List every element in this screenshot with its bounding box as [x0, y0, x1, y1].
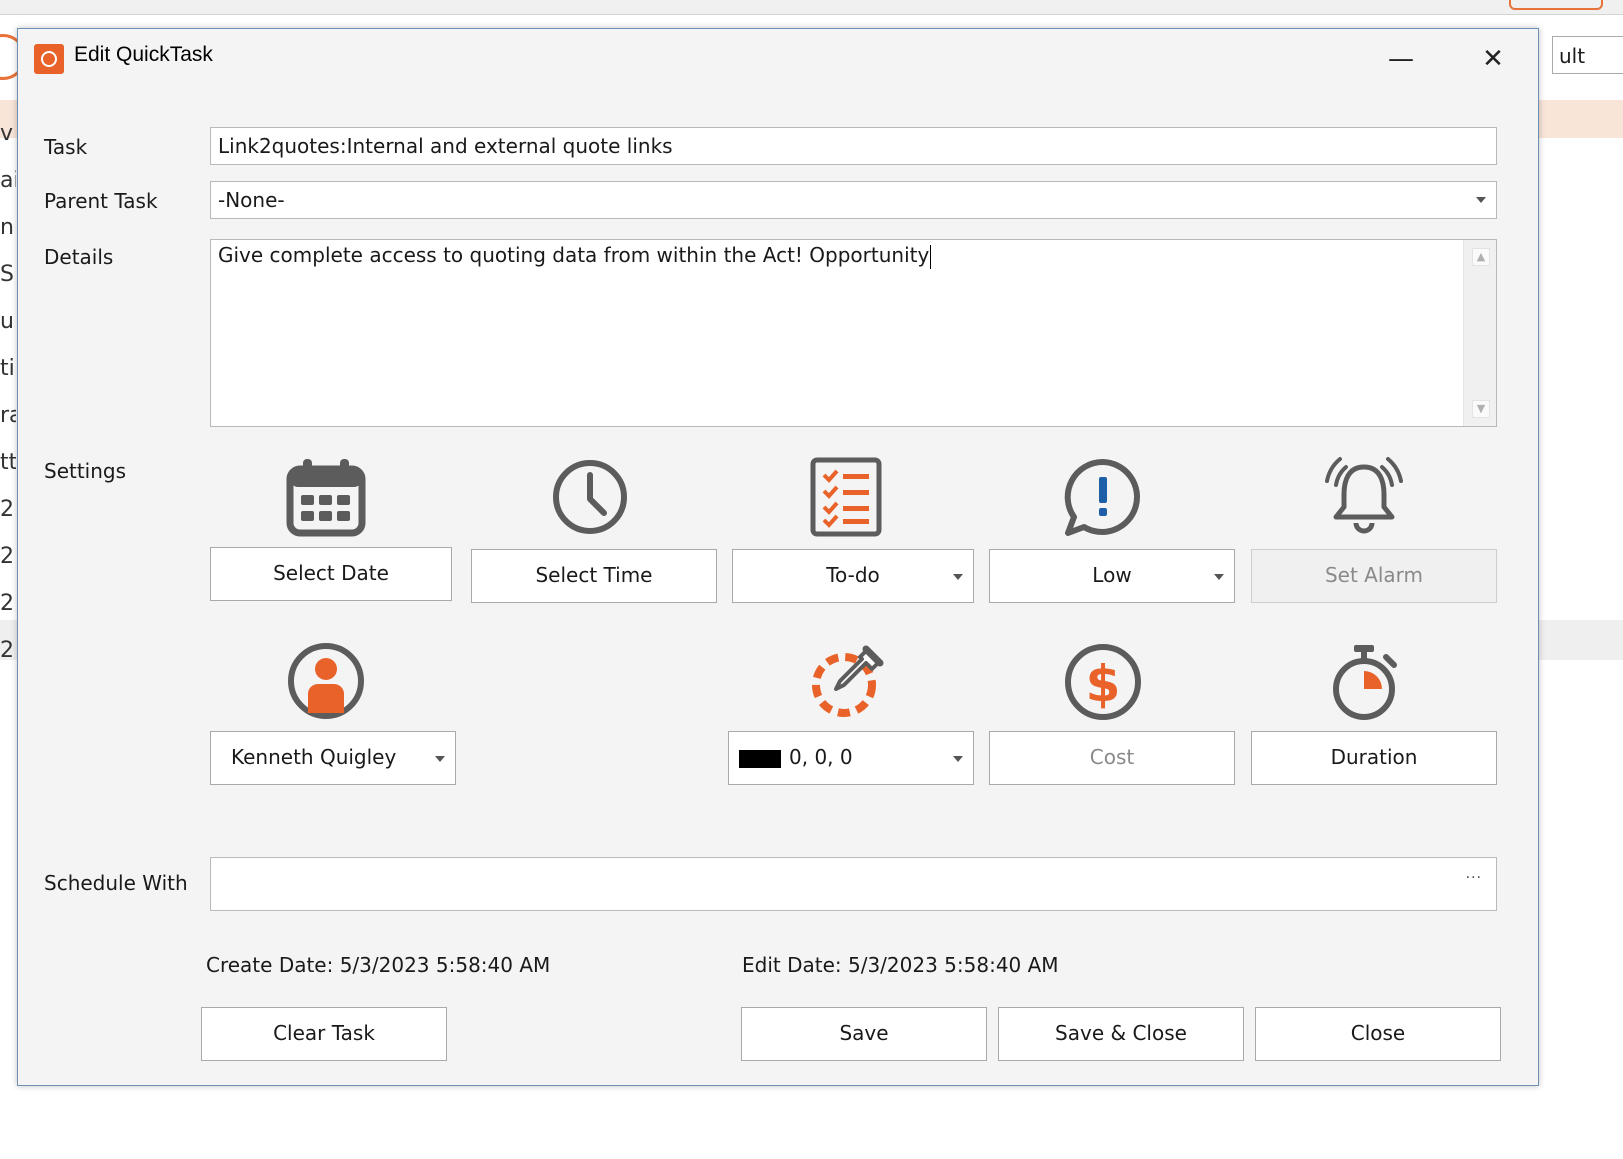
background-button[interactable]: ult [1552, 36, 1623, 74]
background-list-item: S [0, 262, 14, 287]
details-textarea[interactable]: Give complete access to quoting data fro… [210, 239, 1497, 427]
schedule-with-input[interactable]: ··· [210, 857, 1497, 911]
dollar-cost-icon: $ [1065, 644, 1141, 720]
assigned-user-value: Kenneth Quigley [231, 745, 397, 769]
stopwatch-icon [1333, 645, 1397, 720]
set-alarm-button[interactable]: Set Alarm [1251, 549, 1497, 603]
background-list-item: ai [0, 168, 16, 193]
task-type-value: To-do [826, 563, 880, 587]
edit-quicktask-dialog: Edit QuickTask — ✕ Task Link2quotes:Inte… [17, 28, 1539, 1086]
task-type-select[interactable]: To-do [732, 549, 974, 603]
duration-label: Duration [1330, 745, 1418, 769]
text-caret [930, 244, 932, 269]
clock-icon [553, 460, 627, 534]
close-label: Close [1350, 1021, 1406, 1045]
background-list-item: tti [0, 450, 16, 475]
close-button[interactable]: Close [1255, 1007, 1501, 1061]
bell-alarm-icon [1325, 457, 1403, 534]
save-and-close-button[interactable]: Save & Close [998, 1007, 1244, 1061]
background-list-item: 2 [0, 497, 14, 522]
select-time-label: Select Time [535, 563, 653, 587]
title-bar: Edit QuickTask — ✕ [18, 29, 1538, 87]
background-list-item: ti [0, 356, 15, 381]
close-window-button[interactable]: ✕ [1470, 39, 1516, 79]
chevron-down-icon [953, 574, 963, 580]
details-text: Give complete access to quoting data fro… [218, 243, 930, 267]
task-label: Task [44, 135, 88, 159]
dialog-title: Edit QuickTask [74, 43, 213, 66]
details-scrollbar[interactable]: ▲ ▼ [1463, 240, 1496, 426]
scroll-up-icon[interactable]: ▲ [1472, 248, 1490, 266]
clear-task-button[interactable]: Clear Task [201, 1007, 447, 1061]
background-list-item: up [0, 309, 16, 334]
minimize-button[interactable]: — [1378, 39, 1424, 79]
priority-alert-icon [1064, 458, 1140, 536]
select-date-button[interactable]: Select Date [210, 547, 452, 601]
background-tab [1509, 0, 1603, 10]
color-swatch [739, 749, 781, 768]
settings-label: Settings [44, 459, 127, 483]
save-button[interactable]: Save [741, 1007, 987, 1061]
cost-button[interactable]: Cost [989, 731, 1235, 785]
create-date-text: Create Date: 5/3/2023 5:58:40 AM [206, 953, 551, 977]
background-list-item: np [0, 215, 16, 240]
background-list-item: v [0, 121, 14, 146]
color-select[interactable]: 0, 0, 0 [728, 731, 974, 785]
calendar-icon [286, 459, 366, 537]
task-input-value: Link2quotes:Internal and external quote … [218, 134, 673, 158]
scroll-down-icon[interactable]: ▼ [1472, 400, 1490, 418]
duration-button[interactable]: Duration [1251, 731, 1497, 785]
browse-ellipsis-icon[interactable]: ··· [1466, 870, 1482, 886]
background-list-item: ra [0, 403, 16, 428]
select-date-label: Select Date [273, 561, 389, 585]
set-alarm-label: Set Alarm [1324, 563, 1424, 587]
background-toolbar [0, 0, 1623, 15]
clear-task-label: Clear Task [273, 1021, 375, 1045]
color-value: 0, 0, 0 [789, 745, 853, 769]
checklist-icon [810, 457, 882, 537]
user-icon [288, 643, 364, 719]
color-picker-icon [812, 645, 884, 717]
task-input[interactable]: Link2quotes:Internal and external quote … [210, 127, 1497, 165]
background-list: v ai np S up ti ra tti 2 2 2 2 [0, 110, 16, 674]
parent-task-select[interactable]: -None- [210, 181, 1497, 219]
assigned-user-select[interactable]: Kenneth Quigley [210, 731, 456, 785]
chevron-down-icon [1214, 574, 1224, 580]
parent-task-value: -None- [218, 188, 285, 212]
background-list-item: 2 [0, 544, 14, 569]
cost-label: Cost [1089, 745, 1135, 769]
chevron-down-icon [435, 756, 445, 762]
save-label: Save [839, 1021, 889, 1045]
chevron-down-icon [953, 756, 963, 762]
app-logo-icon [34, 44, 64, 74]
background-list-item: 2 [0, 591, 14, 616]
background-list-item: 2 [0, 638, 14, 663]
schedule-with-label: Schedule With [44, 871, 188, 895]
select-time-button[interactable]: Select Time [471, 549, 717, 603]
parent-task-label: Parent Task [44, 189, 158, 213]
edit-date-text: Edit Date: 5/3/2023 5:58:40 AM [742, 953, 1059, 977]
priority-select[interactable]: Low [989, 549, 1235, 603]
priority-value: Low [1092, 563, 1132, 587]
chevron-down-icon [1476, 197, 1486, 203]
details-label: Details [44, 245, 114, 269]
save-and-close-label: Save & Close [1055, 1021, 1187, 1045]
svg-text:$: $ [1086, 655, 1121, 713]
